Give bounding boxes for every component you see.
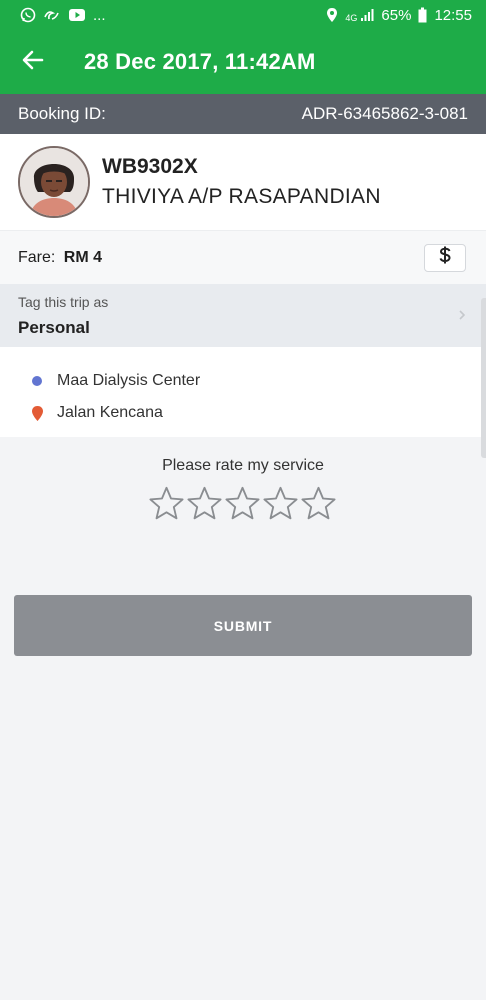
whatsapp-icon [20, 7, 36, 23]
booking-id-label: Booking ID: [18, 104, 106, 123]
tag-value: Personal [18, 318, 90, 337]
booking-id-value: ADR-63465862-3-081 [301, 104, 468, 123]
status-bar: ... 4G 65% 12:55 [0, 0, 486, 30]
trip-tag-selector[interactable]: Tag this trip as Personal [0, 284, 486, 347]
fare-row: Fare: RM 4 [0, 230, 486, 284]
pickup-name: Maa Dialysis Center [57, 372, 201, 389]
booking-id-bar: Booking ID: ADR-63465862-3-081 [0, 94, 486, 134]
grab-icon [43, 7, 61, 23]
battery-icon [418, 7, 427, 23]
network-type: 4G [345, 12, 358, 23]
scroll-edge-handle [481, 298, 486, 458]
submit-button[interactable]: SUBMIT [14, 595, 472, 656]
battery-percent: 65% [381, 6, 412, 24]
tag-label: Tag this trip as [18, 294, 109, 310]
page-title: 28 Dec 2017, 11:42AM [84, 49, 316, 74]
signal-icon [360, 8, 374, 22]
route-card: Maa Dialysis Center Jalan Kencana [0, 347, 486, 437]
fare-value: RM 4 [63, 248, 103, 266]
star-2-icon[interactable] [186, 485, 223, 522]
arrow-left-icon [22, 50, 44, 75]
location-icon [326, 7, 338, 23]
pickup-dot-icon [30, 376, 44, 386]
clock: 12:55 [434, 6, 472, 24]
driver-card: WB9302X THIVIYA A/P RASAPANDIAN [0, 134, 486, 230]
system-icons: 4G 65% 12:55 [326, 7, 472, 24]
youtube-icon [68, 8, 86, 22]
dropoff-pin-icon [30, 405, 44, 422]
fare-label: Fare: [18, 248, 56, 266]
notification-icons: ... [20, 7, 106, 24]
dropoff-name: Jalan Kencana [57, 404, 163, 421]
star-3-icon[interactable] [224, 485, 261, 522]
star-4-icon[interactable] [262, 485, 299, 522]
dropoff-location: Jalan Kencana [30, 397, 486, 429]
driver-name: THIVIYA A/P RASAPANDIAN [102, 185, 381, 208]
app-bar: 28 Dec 2017, 11:42AM [0, 30, 486, 94]
vehicle-plate: WB9302X [102, 155, 198, 178]
chevron-right-icon [458, 308, 466, 324]
rating-section: Please rate my service [0, 437, 486, 522]
driver-avatar [18, 146, 90, 218]
rating-prompt: Please rate my service [162, 457, 324, 474]
star-1-icon[interactable] [148, 485, 185, 522]
more-notifications: ... [93, 6, 106, 24]
pickup-location: Maa Dialysis Center [30, 365, 486, 397]
back-button[interactable] [0, 30, 66, 94]
star-5-icon[interactable] [300, 485, 337, 522]
payment-method-button[interactable] [424, 243, 466, 272]
dollar-icon [438, 246, 452, 269]
star-rating [0, 485, 486, 522]
